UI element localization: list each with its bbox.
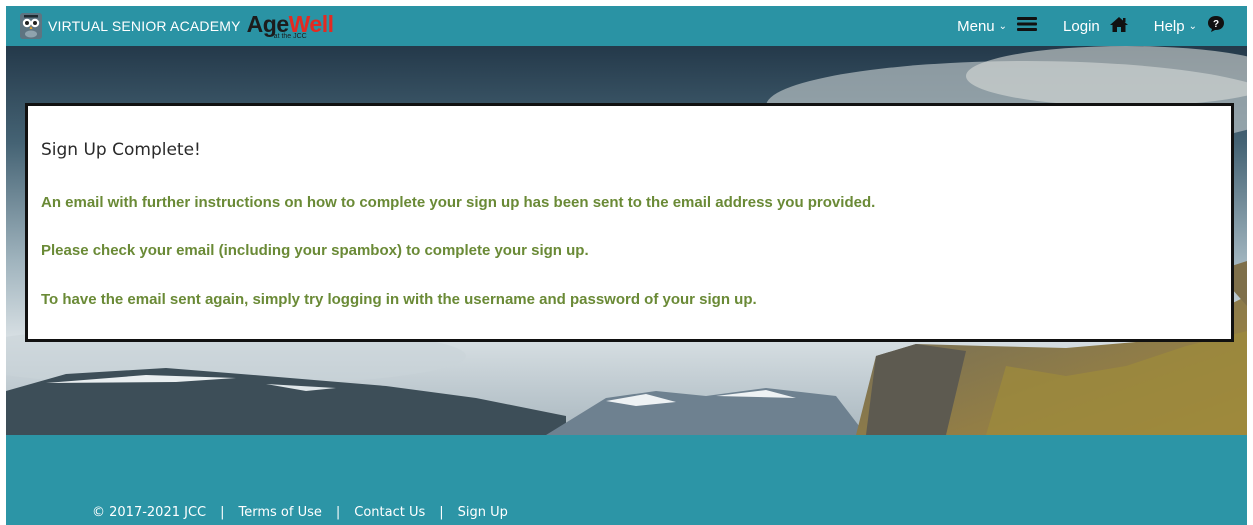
menu-label: Menu <box>957 17 995 35</box>
footer-separator: | <box>335 505 341 520</box>
sign-up-link[interactable]: Sign Up <box>458 505 508 520</box>
footer-links: © 2017-2021 JCC | Terms of Use | Contact… <box>92 505 508 520</box>
terms-of-use-link[interactable]: Terms of Use <box>239 505 322 520</box>
message-resend: To have the email sent again, simply try… <box>41 291 757 308</box>
help-label: Help <box>1153 17 1185 35</box>
footer-separator: | <box>220 505 225 520</box>
logo-sub-text: at the JCC <box>273 32 307 40</box>
page: VIRTUAL SENIOR ACADEMY AgeWell at the JC… <box>6 6 1247 525</box>
hamburger-icon <box>1017 16 1038 36</box>
menu-button[interactable]: Menu ⌄ <box>957 16 1038 36</box>
header-bar: VIRTUAL SENIOR ACADEMY AgeWell at the JC… <box>6 6 1247 46</box>
help-icon: ? <box>1207 15 1225 37</box>
svg-text:?: ? <box>1213 19 1219 30</box>
contact-us-link[interactable]: Contact Us <box>354 505 425 520</box>
chevron-down-icon: ⌄ <box>998 20 1008 32</box>
agewell-logo: AgeWell at the JCC <box>247 12 334 40</box>
footer-separator: | <box>439 505 444 520</box>
copyright-text: © 2017-2021 JCC <box>92 505 207 520</box>
message-email-sent: An email with further instructions on ho… <box>41 194 876 211</box>
brand[interactable]: VIRTUAL SENIOR ACADEMY AgeWell at the JC… <box>20 6 334 46</box>
message-check-email: Please check your email (including your … <box>41 242 589 259</box>
login-label: Login <box>1063 17 1100 35</box>
panel-title: Sign Up Complete! <box>41 140 201 160</box>
brand-name: VIRTUAL SENIOR ACADEMY <box>48 18 241 34</box>
owl-logo-icon <box>20 13 42 39</box>
top-nav: Menu ⌄ Login Help ⌄ ? <box>957 6 1247 46</box>
home-icon <box>1109 16 1128 37</box>
chevron-down-icon: ⌄ <box>1188 20 1197 32</box>
signup-complete-panel: Sign Up Complete! An email with further … <box>25 103 1234 342</box>
help-button[interactable]: Help ⌄ ? <box>1154 15 1225 37</box>
login-button[interactable]: Login <box>1063 16 1128 37</box>
hero-background: Sign Up Complete! An email with further … <box>6 46 1247 435</box>
